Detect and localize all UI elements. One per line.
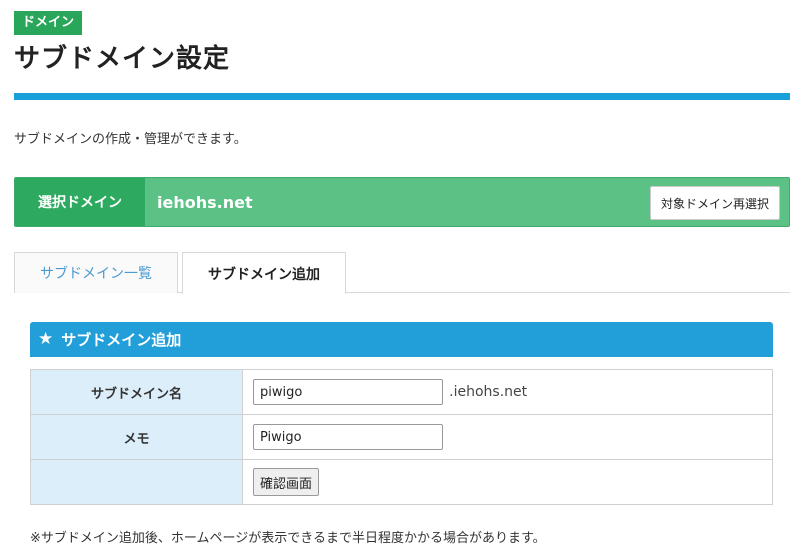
tab-subdomain-add[interactable]: サブドメイン追加: [182, 252, 346, 294]
section-title: サブドメイン追加: [61, 331, 182, 349]
category-badge: ドメイン: [14, 11, 83, 35]
actions-label-cell: [30, 459, 243, 505]
subdomain-name-input[interactable]: [253, 379, 443, 405]
page-description: サブドメインの作成・管理ができます。: [14, 132, 247, 147]
confirm-button[interactable]: 確認画面: [253, 468, 320, 496]
actions-cell: 確認画面: [242, 459, 773, 505]
selected-domain-value: iehohs.net: [157, 192, 253, 212]
propagation-note: ※サブドメイン追加後、ホームページが表示できるまで半日程度かかる場合があります。: [30, 531, 546, 546]
tab-subdomain-list[interactable]: サブドメイン一覧: [14, 252, 178, 293]
reselect-domain-button[interactable]: 対象ドメイン再選択: [649, 186, 780, 220]
domain-suffix: .iehohs.net: [449, 384, 528, 400]
form-row-memo: メモ: [30, 414, 773, 460]
memo-cell: [242, 414, 773, 460]
page-title: サブドメイン設定: [14, 44, 231, 74]
form-row-actions: 確認画面: [30, 459, 773, 505]
selected-domain-label: 選択ドメイン: [15, 178, 145, 226]
form-row-subdomain: サブドメイン名 .iehohs.net: [30, 369, 773, 415]
subdomain-name-cell: .iehohs.net: [242, 369, 773, 415]
section-header: ★ サブドメイン追加: [30, 322, 773, 357]
tab-bar: サブドメイン一覧 サブドメイン追加: [14, 252, 790, 294]
subdomain-name-label: サブドメイン名: [30, 369, 243, 415]
title-divider: [14, 93, 790, 100]
memo-input[interactable]: [253, 424, 443, 450]
star-icon: ★: [38, 329, 54, 349]
subdomain-form: サブドメイン名 .iehohs.net メモ 確認画面: [30, 369, 773, 505]
selected-domain-bar: 選択ドメイン iehohs.net 対象ドメイン再選択: [14, 177, 790, 227]
memo-label: メモ: [30, 414, 243, 460]
